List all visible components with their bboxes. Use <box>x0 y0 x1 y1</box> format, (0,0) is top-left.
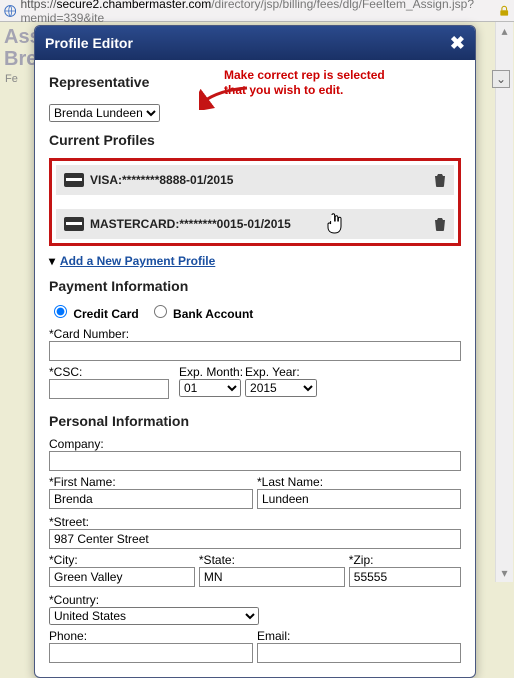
arrow-annotation-icon <box>199 86 249 110</box>
city-input[interactable] <box>49 567 195 587</box>
email-input[interactable] <box>257 643 461 663</box>
url-host: secure2.chambermaster.com <box>56 0 211 11</box>
current-profiles-box: VISA:********8888-01/2015 MASTERCARD:***… <box>49 158 461 246</box>
credit-card-radio-label[interactable]: Credit Card <box>49 307 142 321</box>
exp-year-label: Exp. Year: <box>245 365 317 379</box>
representative-select[interactable]: Brenda Lundeen <box>49 104 160 122</box>
url-proto: https:// <box>20 0 56 11</box>
country-label: *Country: <box>49 593 461 607</box>
scroll-down-icon[interactable]: ▾ <box>496 564 513 582</box>
lock-icon <box>498 4 510 18</box>
csc-label: *CSC: <box>49 365 169 379</box>
zip-input[interactable] <box>349 567 461 587</box>
personal-info-heading: Personal Information <box>49 413 461 429</box>
csc-input[interactable] <box>49 379 169 399</box>
modal-header: Profile Editor ✖ <box>35 26 475 60</box>
profile-entry-visa[interactable]: VISA:********8888-01/2015 <box>56 165 454 195</box>
browser-url-bar: https://secure2.chambermaster.com/direct… <box>0 0 514 22</box>
add-payment-profile-link[interactable]: Add a New Payment Profile <box>60 254 215 268</box>
company-label: Company: <box>49 437 461 451</box>
scroll-up-icon[interactable]: ▴ <box>496 22 513 40</box>
background-fe-label: Fe <box>5 73 18 85</box>
page-scrollbar[interactable]: ▴ ▾ <box>495 22 513 582</box>
trash-icon[interactable] <box>434 217 446 231</box>
payment-info-heading: Payment Information <box>49 278 461 294</box>
first-name-input[interactable] <box>49 489 253 509</box>
exp-month-label: Exp. Month: <box>179 365 243 379</box>
zip-label: *Zip: <box>349 553 461 567</box>
email-label: Email: <box>257 629 461 643</box>
street-label: *Street: <box>49 515 461 529</box>
state-label: *State: <box>199 553 345 567</box>
first-name-label: *First Name: <box>49 475 253 489</box>
exp-month-select[interactable]: 01 <box>179 379 241 397</box>
country-select[interactable]: United States <box>49 607 259 625</box>
trash-icon[interactable] <box>434 173 446 187</box>
card-number-input[interactable] <box>49 341 461 361</box>
exp-year-select[interactable]: 2015 <box>245 379 317 397</box>
last-name-input[interactable] <box>257 489 461 509</box>
company-input[interactable] <box>49 451 461 471</box>
background-dropdown-caret[interactable]: ⌄ <box>492 70 510 88</box>
current-profiles-heading: Current Profiles <box>49 132 461 148</box>
close-icon[interactable]: ✖ <box>450 34 465 52</box>
caret-down-icon[interactable]: ▾ <box>49 254 55 268</box>
bank-account-radio[interactable] <box>154 305 167 318</box>
last-name-label: *Last Name: <box>257 475 461 489</box>
hand-cursor-icon <box>326 213 344 235</box>
profile-entry-mastercard[interactable]: MASTERCARD:********0015-01/2015 <box>56 209 454 239</box>
card-number-label: *Card Number: <box>49 327 461 341</box>
card-icon <box>64 173 84 187</box>
bank-account-radio-label[interactable]: Bank Account <box>149 307 254 321</box>
modal-title: Profile Editor <box>45 35 133 51</box>
credit-card-radio[interactable] <box>54 305 67 318</box>
profile-editor-modal: Profile Editor ✖ Representative Make cor… <box>34 25 476 678</box>
globe-icon <box>4 4 16 18</box>
add-profile-row: ▾ Add a New Payment Profile <box>49 254 461 268</box>
state-input[interactable] <box>199 567 345 587</box>
street-input[interactable] <box>49 529 461 549</box>
profile-text: VISA:********8888-01/2015 <box>90 173 233 187</box>
phone-label: Phone: <box>49 629 253 643</box>
city-label: *City: <box>49 553 195 567</box>
profile-text: MASTERCARD:********0015-01/2015 <box>90 217 291 231</box>
phone-input[interactable] <box>49 643 253 663</box>
card-icon <box>64 217 84 231</box>
